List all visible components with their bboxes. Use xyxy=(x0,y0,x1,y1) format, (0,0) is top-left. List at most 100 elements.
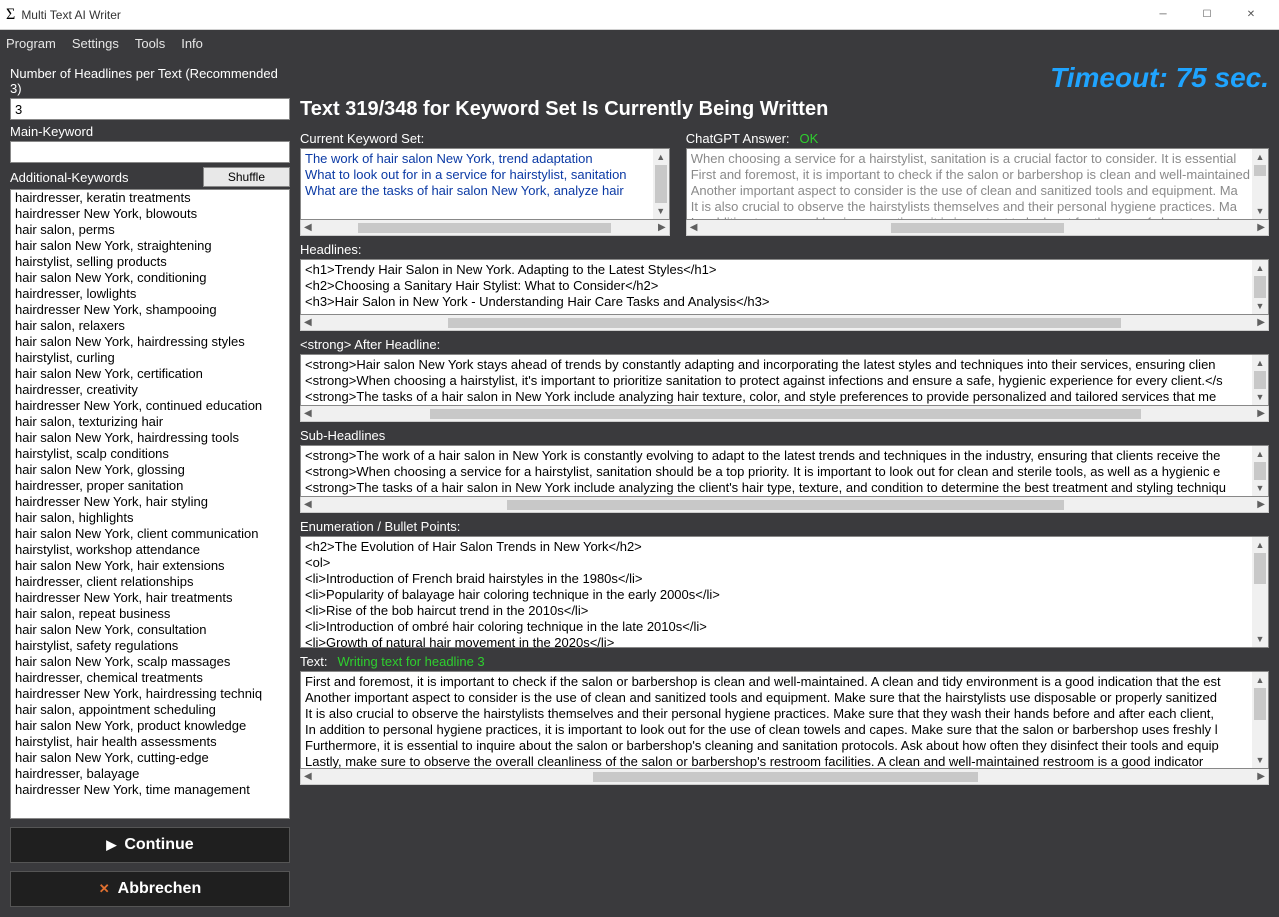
keyword-item[interactable]: hair salon New York, consultation xyxy=(11,622,289,638)
list-item: Lastly, make sure to observe the overall… xyxy=(305,754,1250,769)
h-scrollbar[interactable]: ◀▶ xyxy=(686,220,1269,236)
keyword-item[interactable]: hair salon New York, cutting-edge xyxy=(11,750,289,766)
keyword-item[interactable]: hairdresser New York, continued educatio… xyxy=(11,398,289,414)
keyword-item[interactable]: hair salon New York, glossing xyxy=(11,462,289,478)
keyword-item[interactable]: hair salon New York, conditioning xyxy=(11,270,289,286)
keyword-item[interactable]: hairdresser New York, hairdressing techn… xyxy=(11,686,289,702)
main-keyword-input[interactable] xyxy=(10,141,290,163)
scrollbar[interactable]: ▲▼ xyxy=(653,149,669,219)
list-item: <h2>The Evolution of Hair Salon Trends i… xyxy=(305,539,1250,555)
keyword-item[interactable]: hair salon New York, scalp massages xyxy=(11,654,289,670)
h-scrollbar[interactable]: ◀▶ xyxy=(300,220,670,236)
list-item: <li>Introduction of ombré hair coloring … xyxy=(305,619,1250,635)
scrollbar[interactable]: ▲▼ xyxy=(1252,446,1268,496)
text-box[interactable]: First and foremost, it is important to c… xyxy=(300,671,1269,769)
h-scrollbar[interactable]: ◀▶ xyxy=(300,769,1269,785)
keyword-item[interactable]: hair salon, repeat business xyxy=(11,606,289,622)
keyword-item[interactable]: hairstylist, selling products xyxy=(11,254,289,270)
scrollbar[interactable]: ▲▼ xyxy=(1252,355,1268,405)
keyword-item[interactable]: hairstylist, scalp conditions xyxy=(11,446,289,462)
scrollbar[interactable]: ▲▼ xyxy=(1252,149,1268,219)
list-item: <h1>Trendy Hair Salon in New York. Adapt… xyxy=(305,262,1250,278)
keyword-item[interactable]: hairstylist, safety regulations xyxy=(11,638,289,654)
keyword-item[interactable]: hair salon New York, product knowledge xyxy=(11,718,289,734)
menu-settings[interactable]: Settings xyxy=(72,36,119,51)
list-item: <strong>The tasks of a hair salon in New… xyxy=(305,389,1250,405)
list-item: In addition to personal hygiene practice… xyxy=(691,215,1250,220)
additional-keywords-list[interactable]: hairdresser, keratin treatmentshairdress… xyxy=(10,189,290,819)
keyword-item[interactable]: hair salon New York, hair extensions xyxy=(11,558,289,574)
headlines-label: Headlines: xyxy=(300,242,1269,257)
current-keyword-box[interactable]: The work of hair salon New York, trend a… xyxy=(300,148,670,220)
keyword-item[interactable]: hair salon New York, straightening xyxy=(11,238,289,254)
sub-box[interactable]: <strong>The work of a hair salon in New … xyxy=(300,445,1269,497)
progress-heading: Text 319/348 for Keyword Set Is Currentl… xyxy=(300,98,1269,121)
keyword-item[interactable]: hairdresser New York, hair treatments xyxy=(11,590,289,606)
list-item: Another important aspect to consider is … xyxy=(691,183,1250,199)
additional-keywords-label: Additional-Keywords xyxy=(10,170,129,185)
continue-button[interactable]: ▶ Continue xyxy=(10,827,290,863)
keyword-item[interactable]: hair salon, texturizing hair xyxy=(11,414,289,430)
headlines-box[interactable]: <h1>Trendy Hair Salon in New York. Adapt… xyxy=(300,259,1269,315)
strong-box[interactable]: <strong>Hair salon New York stays ahead … xyxy=(300,354,1269,406)
workspace: Number of Headlines per Text (Recommende… xyxy=(0,56,1279,917)
keyword-item[interactable]: hair salon, appointment scheduling xyxy=(11,702,289,718)
current-keyword-label: Current Keyword Set: xyxy=(300,131,670,146)
keyword-item[interactable]: hair salon, highlights xyxy=(11,510,289,526)
maximize-button[interactable]: ☐ xyxy=(1185,1,1229,29)
num-headlines-label: Number of Headlines per Text (Recommende… xyxy=(10,66,290,96)
keyword-item[interactable]: hairdresser New York, shampooing xyxy=(11,302,289,318)
enum-box[interactable]: <h2>The Evolution of Hair Salon Trends i… xyxy=(300,536,1269,648)
keyword-item[interactable]: hair salon New York, hairdressing styles xyxy=(11,334,289,350)
keyword-item[interactable]: hair salon New York, certification xyxy=(11,366,289,382)
list-item: First and foremost, it is important to c… xyxy=(691,167,1250,183)
text-status: Writing text for headline 3 xyxy=(337,654,484,669)
keyword-item[interactable]: hairdresser New York, time management xyxy=(11,782,289,798)
keyword-item[interactable]: hair salon, relaxers xyxy=(11,318,289,334)
window-title: Multi Text AI Writer xyxy=(21,8,1141,22)
keyword-item[interactable]: hairstylist, curling xyxy=(11,350,289,366)
keyword-item[interactable]: hairstylist, workshop attendance xyxy=(11,542,289,558)
h-scrollbar[interactable]: ◀▶ xyxy=(300,406,1269,422)
keyword-item[interactable]: hairdresser, keratin treatments xyxy=(11,190,289,206)
scrollbar[interactable]: ▲▼ xyxy=(1252,537,1268,647)
keyword-item[interactable]: hairdresser New York, blowouts xyxy=(11,206,289,222)
menu-tools[interactable]: Tools xyxy=(135,36,165,51)
right-panel: Timeout: 75 sec. Text 319/348 for Keywor… xyxy=(300,62,1269,907)
scrollbar[interactable]: ▲▼ xyxy=(1252,672,1268,768)
list-item: What are the tasks of hair salon New Yor… xyxy=(305,183,651,199)
keyword-item[interactable]: hairdresser, creativity xyxy=(11,382,289,398)
answer-box[interactable]: When choosing a service for a hairstylis… xyxy=(686,148,1269,220)
list-item: In addition to personal hygiene practice… xyxy=(305,722,1250,738)
app-icon: Σ xyxy=(6,6,15,24)
continue-label: Continue xyxy=(124,836,193,854)
list-item: <strong>When choosing a service for a ha… xyxy=(305,464,1250,480)
scrollbar[interactable]: ▲▼ xyxy=(1252,260,1268,314)
answer-label: ChatGPT Answer:OK xyxy=(686,131,1269,146)
keyword-item[interactable]: hairdresser, proper sanitation xyxy=(11,478,289,494)
h-scrollbar[interactable]: ◀▶ xyxy=(300,497,1269,513)
keyword-item[interactable]: hairdresser, lowlights xyxy=(11,286,289,302)
keyword-item[interactable]: hair salon New York, hairdressing tools xyxy=(11,430,289,446)
menu-info[interactable]: Info xyxy=(181,36,203,51)
shuffle-button[interactable]: Shuffle xyxy=(203,167,290,187)
h-scrollbar[interactable]: ◀▶ xyxy=(300,315,1269,331)
menu-program[interactable]: Program xyxy=(6,36,56,51)
timeout-label: Timeout: 75 sec. xyxy=(1050,62,1269,94)
list-item: What to look out for in a service for ha… xyxy=(305,167,651,183)
num-headlines-input[interactable] xyxy=(10,98,290,120)
keyword-item[interactable]: hair salon New York, client communicatio… xyxy=(11,526,289,542)
minimize-button[interactable]: ─ xyxy=(1141,1,1185,29)
keyword-item[interactable]: hair salon, perms xyxy=(11,222,289,238)
keyword-item[interactable]: hairdresser, chemical treatments xyxy=(11,670,289,686)
keyword-item[interactable]: hairstylist, hair health assessments xyxy=(11,734,289,750)
keyword-item[interactable]: hairdresser New York, hair styling xyxy=(11,494,289,510)
list-item: When choosing a service for a hairstylis… xyxy=(691,151,1250,167)
list-item: <ol> xyxy=(305,555,1250,571)
keyword-item[interactable]: hairdresser, client relationships xyxy=(11,574,289,590)
main-keyword-label: Main-Keyword xyxy=(10,124,290,139)
list-item: <li>Popularity of balayage hair coloring… xyxy=(305,587,1250,603)
close-button[interactable]: ✕ xyxy=(1229,1,1273,29)
abort-button[interactable]: ✕ Abbrechen xyxy=(10,871,290,907)
keyword-item[interactable]: hairdresser, balayage xyxy=(11,766,289,782)
